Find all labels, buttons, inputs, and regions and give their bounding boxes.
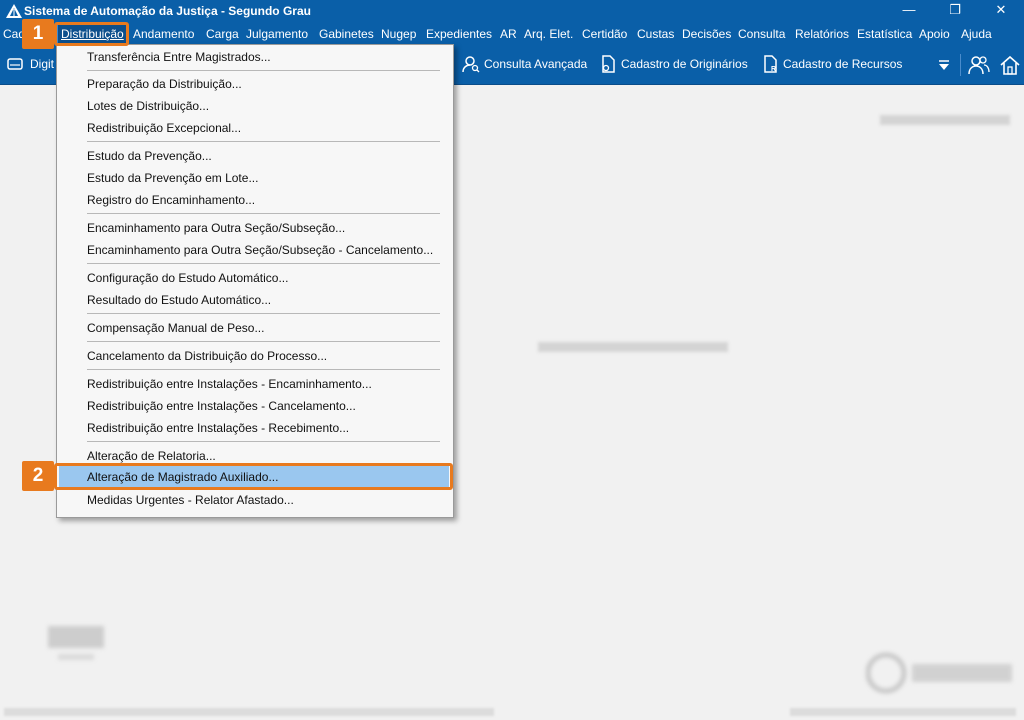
menu-redistribuicao-recebimento[interactable]: Redistribuição entre Instalações - Receb… bbox=[87, 418, 349, 438]
softplan-logo-icon bbox=[866, 652, 1012, 694]
menu-consulta[interactable]: Consulta bbox=[738, 27, 785, 41]
menu-expedientes[interactable]: Expedientes bbox=[426, 27, 492, 41]
menu-compensacao-peso[interactable]: Compensação Manual de Peso... bbox=[87, 318, 264, 338]
toolbar-overflow-icon[interactable] bbox=[938, 59, 950, 71]
menu-gabinetes[interactable]: Gabinetes bbox=[319, 27, 374, 41]
menu-ajuda[interactable]: Ajuda bbox=[961, 27, 992, 41]
menu-ar[interactable]: AR bbox=[500, 27, 517, 41]
consulta-avancada-label: Consulta Avançada bbox=[484, 57, 588, 71]
stj-logo-icon bbox=[48, 626, 104, 660]
menu-nugep[interactable]: Nugep bbox=[381, 27, 416, 41]
step-badge-2: 2 bbox=[22, 461, 54, 491]
menu-medidas-urgentes[interactable]: Medidas Urgentes - Relator Afastado... bbox=[87, 490, 294, 510]
menu-lotes-distribuicao[interactable]: Lotes de Distribuição... bbox=[87, 96, 209, 116]
distribuicao-dropdown: Transferência Entre Magistrados... Prepa… bbox=[56, 44, 454, 518]
menu-encaminhamento-secao[interactable]: Encaminhamento para Outra Seção/Subseção… bbox=[87, 218, 345, 238]
menu-cancelamento-distribuicao[interactable]: Cancelamento da Distribuição do Processo… bbox=[87, 346, 327, 366]
menu-certidao[interactable]: Certidão bbox=[582, 27, 627, 41]
menu-configuracao-estudo[interactable]: Configuração do Estudo Automático... bbox=[87, 268, 288, 288]
menu-separator bbox=[87, 213, 440, 214]
menu-estudo-prevencao[interactable]: Estudo da Prevenção... bbox=[87, 146, 212, 166]
menu-estatistica[interactable]: Estatística bbox=[857, 27, 912, 41]
menu-redistribuicao-excepcional[interactable]: Redistribuição Excepcional... bbox=[87, 118, 241, 138]
menu-andamento[interactable]: Andamento bbox=[133, 27, 194, 41]
title-bar: Sistema de Automação da Justiça - Segund… bbox=[0, 0, 1024, 22]
document-origin-icon bbox=[602, 55, 615, 73]
close-button[interactable]: ✕ bbox=[978, 0, 1024, 22]
background-status-text bbox=[880, 112, 1010, 126]
users-icon[interactable] bbox=[968, 54, 990, 76]
menu-separator bbox=[87, 313, 440, 314]
status-bar bbox=[0, 704, 1024, 720]
menu-julgamento[interactable]: Julgamento bbox=[246, 27, 308, 41]
menu-registro-encaminhamento[interactable]: Registro do Encaminhamento... bbox=[87, 190, 255, 210]
menu-relatorios[interactable]: Relatórios bbox=[795, 27, 849, 41]
menu-estudo-prevencao-lote[interactable]: Estudo da Prevenção em Lote... bbox=[87, 168, 258, 188]
menu-separator bbox=[87, 141, 440, 142]
scanner-icon bbox=[7, 58, 23, 70]
menu-resultado-estudo[interactable]: Resultado do Estudo Automático... bbox=[87, 290, 271, 310]
step-badge-1: 1 bbox=[22, 19, 54, 49]
menu-preparacao-distribuicao[interactable]: Preparação da Distribuição... bbox=[87, 74, 242, 94]
menu-redistribuicao-cancelamento[interactable]: Redistribuição entre Instalações - Cance… bbox=[87, 396, 356, 416]
menu-arq-elet[interactable]: Arq. Elet. bbox=[524, 27, 573, 41]
menu-encaminhamento-secao-cancelamento[interactable]: Encaminhamento para Outra Seção/Subseção… bbox=[87, 240, 433, 260]
restore-button[interactable]: ❐ bbox=[932, 0, 978, 22]
cadastro-recursos-label: Cadastro de Recursos bbox=[783, 57, 903, 71]
menu-custas[interactable]: Custas bbox=[637, 27, 674, 41]
menu-carga[interactable]: Carga bbox=[206, 27, 239, 41]
menu-bar: Cad Distribuição Andamento Carga Julgame… bbox=[0, 22, 1024, 46]
menu-separator bbox=[87, 70, 440, 71]
background-center-text bbox=[538, 339, 728, 353]
menu-separator bbox=[87, 263, 440, 264]
menu-separator bbox=[87, 441, 440, 442]
menu-separator bbox=[87, 341, 440, 342]
menu-separator bbox=[87, 369, 440, 370]
menu-decisoes[interactable]: Decisões bbox=[682, 27, 731, 41]
digitalizacao-label: Digit bbox=[30, 57, 55, 71]
minimize-button[interactable]: — bbox=[886, 0, 932, 22]
app-logo-icon bbox=[6, 4, 22, 18]
cadastro-originarios-label: Cadastro de Originários bbox=[621, 57, 748, 71]
toolbar-separator bbox=[960, 54, 961, 76]
menu-apoio[interactable]: Apoio bbox=[919, 27, 950, 41]
window-title: Sistema de Automação da Justiça - Segund… bbox=[24, 4, 311, 18]
menu-redistribuicao-encaminhamento[interactable]: Redistribuição entre Instalações - Encam… bbox=[87, 374, 372, 394]
callout-box-step2 bbox=[54, 463, 453, 490]
callout-box-step1 bbox=[54, 22, 129, 46]
document-recurso-icon: R bbox=[764, 55, 777, 73]
home-icon[interactable] bbox=[999, 54, 1021, 76]
menu-transferencia-magistrados[interactable]: Transferência Entre Magistrados... bbox=[87, 47, 271, 67]
svg-text:R: R bbox=[771, 66, 776, 73]
user-search-icon bbox=[462, 56, 480, 73]
